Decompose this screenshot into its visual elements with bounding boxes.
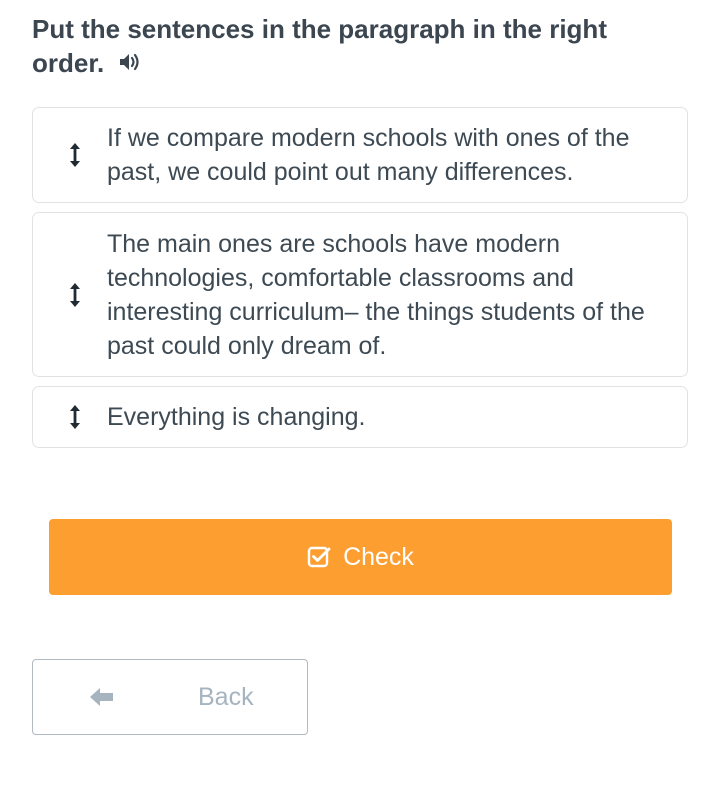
back-button-label: Back <box>198 683 254 711</box>
back-button[interactable]: Back <box>32 659 308 735</box>
arrow-left-icon <box>90 688 113 706</box>
sentence-card[interactable]: The main ones are schools have modern te… <box>32 212 688 377</box>
drag-handle-icon[interactable] <box>69 403 81 431</box>
sentence-card[interactable]: Everything is changing. <box>32 386 688 448</box>
sentence-text: The main ones are schools have modern te… <box>107 229 645 360</box>
check-button[interactable]: Check <box>49 519 672 595</box>
check-button-label: Check <box>343 542 414 571</box>
checkbox-checked-icon <box>307 546 331 568</box>
sentence-text: If we compare modern schools with ones o… <box>107 124 630 186</box>
task-instruction: Put the sentences in the paragraph in th… <box>32 12 672 80</box>
sentence-card[interactable]: If we compare modern schools with ones o… <box>32 107 688 203</box>
speaker-icon[interactable] <box>118 51 144 73</box>
drag-handle-icon[interactable] <box>69 281 81 309</box>
drag-handle-icon[interactable] <box>69 141 81 169</box>
sentence-text: Everything is changing. <box>107 403 366 431</box>
